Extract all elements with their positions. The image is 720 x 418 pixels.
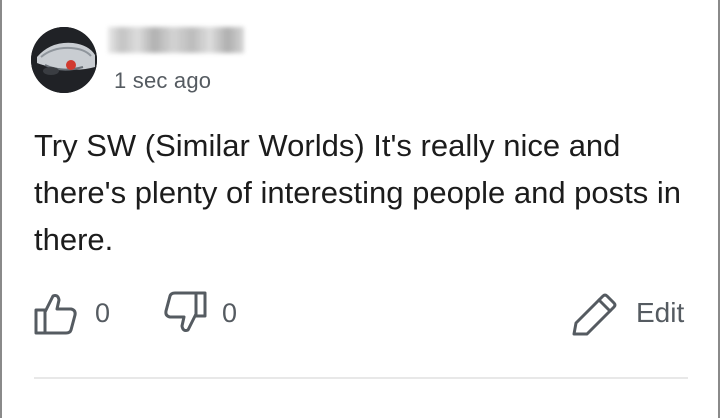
- like-count: 0: [95, 297, 111, 328]
- dislike-count: 0: [222, 297, 238, 328]
- avatar-image: [31, 27, 97, 93]
- thumbs-up-icon: [34, 294, 77, 335]
- username-redacted[interactable]: [108, 27, 244, 53]
- like-button[interactable]: 0: [33, 290, 110, 336]
- pencil-icon: [572, 293, 617, 336]
- avatar[interactable]: [31, 27, 97, 93]
- divider: [34, 377, 688, 379]
- timestamp: 1 sec ago: [114, 68, 212, 93]
- dislike-button[interactable]: 0: [162, 290, 237, 336]
- comment-text: Try SW (Similar Worlds) It's really nice…: [34, 128, 682, 257]
- frame-edge-left: [0, 0, 2, 418]
- edit-button[interactable]: Edit: [570, 290, 684, 336]
- edit-label: Edit: [636, 297, 685, 328]
- thumbs-down-icon: [164, 291, 207, 332]
